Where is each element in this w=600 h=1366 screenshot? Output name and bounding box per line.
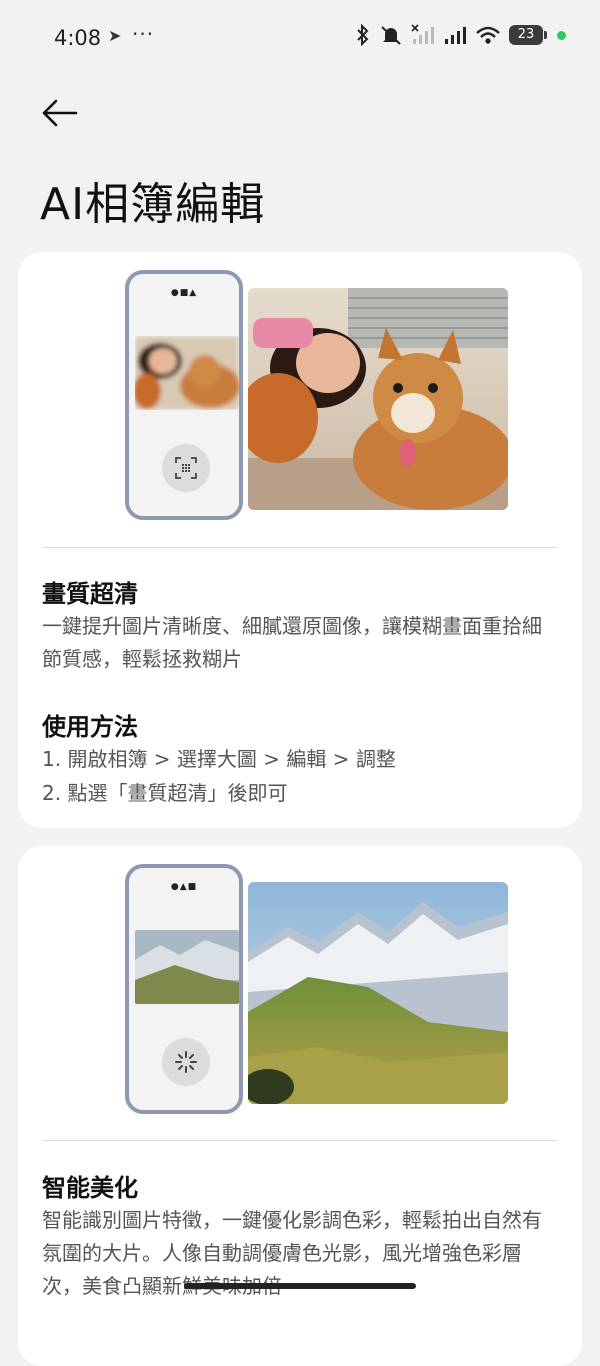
- privacy-indicator-dot: [557, 30, 566, 40]
- signal-sim2-icon: [445, 27, 466, 44]
- battery-icon: 23: [509, 25, 547, 45]
- feature-description: 一鍵提升圖片清晰度、細膩還原圖像，讓模糊畫面重拾細節質感，輕鬆拯救糊片: [42, 614, 542, 671]
- feature-illustration: ●▲■: [125, 864, 510, 1124]
- back-button[interactable]: [40, 95, 80, 131]
- phone-camera-icon: ●■▲: [170, 288, 198, 298]
- status-time: 4:08: [54, 26, 102, 50]
- enhance-button[interactable]: [162, 444, 210, 492]
- status-bar: 4:08 ➤ ··· 23: [0, 0, 600, 78]
- page-title: AI相簿編輯: [40, 179, 266, 230]
- feature-title: 智能美化: [42, 1174, 138, 1202]
- thumbnail-mountains: [135, 930, 239, 1004]
- usage-step: 2. 點選「畫質超清」後即可: [42, 781, 288, 805]
- mute-icon: [381, 26, 401, 45]
- navigation-icon: ➤: [108, 26, 122, 45]
- more-notifications-icon: ···: [132, 22, 155, 46]
- beautify-button[interactable]: [162, 1038, 210, 1086]
- back-arrow-icon: [42, 99, 78, 127]
- phone-mockup: ●■▲: [125, 270, 243, 520]
- phone-mockup: ●▲■: [125, 864, 243, 1114]
- focus-scan-icon: [175, 457, 197, 479]
- feature-card-super-resolution: ●■▲ 畫質超清 一鍵提升圖片清晰度、細膩還原圖像，讓模糊畫面重拾細節質感，輕鬆…: [18, 252, 582, 828]
- phone-camera-icon: ●▲■: [170, 882, 198, 892]
- sparkle-loading-icon: [175, 1051, 197, 1073]
- home-indicator[interactable]: [184, 1283, 416, 1289]
- feature-title: 畫質超清: [42, 580, 138, 608]
- wifi-icon: [476, 26, 500, 44]
- usage-title: 使用方法: [42, 713, 138, 741]
- signal-sim1-icon: [411, 24, 434, 44]
- blurred-thumbnail: [135, 336, 239, 410]
- feature-illustration: ●■▲: [125, 270, 510, 530]
- usage-step: 1. 開啟相簿 > 選擇大圖 > 編輯 > 調整: [42, 747, 396, 771]
- card-divider: [42, 1140, 558, 1141]
- bluetooth-icon: [357, 24, 369, 46]
- sample-photo-girl-and-dog: [248, 288, 508, 510]
- sample-photo-mountains: [248, 882, 508, 1104]
- card-divider: [42, 547, 558, 548]
